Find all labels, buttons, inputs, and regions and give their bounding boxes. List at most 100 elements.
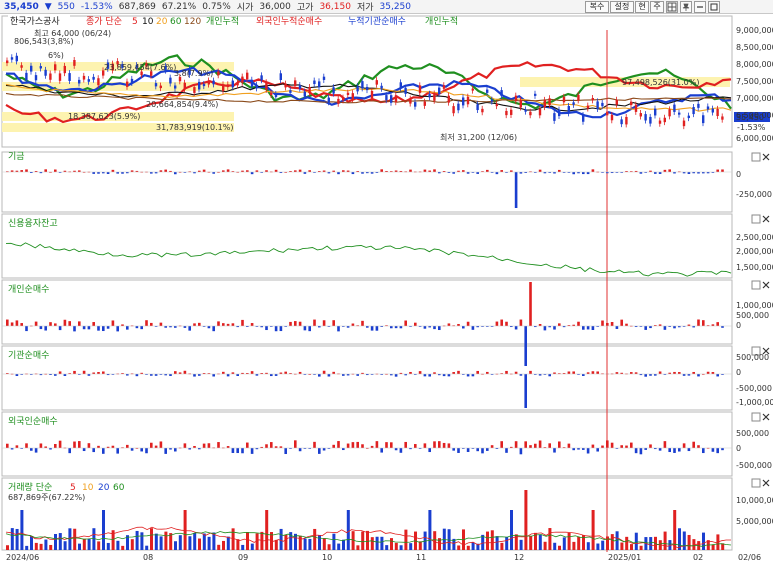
down-arrow-icon: ▼ bbox=[44, 1, 52, 12]
bar bbox=[78, 321, 81, 326]
volume-bar bbox=[567, 532, 571, 550]
open-label: 시가 bbox=[236, 3, 254, 13]
x-tick: 11 bbox=[416, 553, 426, 562]
bar bbox=[102, 326, 105, 332]
stock-button[interactable]: 주 bbox=[650, 1, 664, 13]
bar bbox=[457, 370, 460, 374]
volume-bar bbox=[495, 536, 499, 550]
candle-body bbox=[582, 114, 585, 122]
volume-bar bbox=[274, 539, 278, 550]
volume-bar bbox=[490, 530, 494, 550]
pin-icon[interactable] bbox=[680, 1, 692, 13]
bar bbox=[274, 169, 278, 172]
candle-body bbox=[150, 71, 153, 76]
current-button[interactable]: 현 bbox=[635, 1, 649, 13]
volume-bar bbox=[630, 544, 633, 550]
bar bbox=[433, 169, 436, 172]
volume-bar bbox=[649, 537, 653, 550]
panel-maximize-icon bbox=[751, 412, 761, 422]
bar bbox=[270, 442, 273, 448]
x-tick: 12 bbox=[514, 553, 524, 562]
minimize-icon[interactable] bbox=[694, 1, 706, 13]
bar bbox=[250, 448, 254, 454]
volume-bar bbox=[154, 533, 158, 550]
candle-body bbox=[562, 96, 566, 103]
volume-bar bbox=[322, 538, 326, 550]
bar bbox=[351, 323, 355, 326]
volume-bar bbox=[63, 541, 67, 550]
bar bbox=[457, 448, 460, 453]
grid-icon[interactable] bbox=[666, 1, 678, 13]
bar bbox=[471, 326, 475, 330]
candle-body bbox=[452, 106, 455, 114]
bar bbox=[673, 326, 676, 329]
bar bbox=[102, 371, 105, 374]
bar bbox=[231, 323, 235, 326]
bar bbox=[390, 442, 393, 448]
bar bbox=[500, 319, 503, 326]
multi-button[interactable]: 복수 bbox=[585, 1, 609, 13]
high-value: 36,150 bbox=[319, 1, 351, 12]
volume-bar bbox=[202, 533, 206, 550]
volume-bar bbox=[586, 542, 590, 550]
bar bbox=[241, 319, 244, 326]
bar bbox=[284, 448, 287, 455]
volume-bar bbox=[145, 545, 149, 550]
candle-body bbox=[68, 73, 71, 81]
candle-body bbox=[692, 107, 695, 115]
stock-chart[interactable]: 한국가스공사 종가 단순 5 10 20 60 120 개인누적 외국인누적순매… bbox=[0, 14, 773, 562]
bar bbox=[409, 169, 412, 172]
bar bbox=[351, 172, 355, 175]
legend-institution: 누적기관순매수 bbox=[348, 15, 406, 27]
bar bbox=[634, 448, 638, 454]
bar bbox=[534, 443, 537, 448]
annotation-8: 97,498,526(31.0%) bbox=[622, 78, 699, 87]
volume-bar bbox=[102, 510, 105, 550]
candle-body bbox=[500, 90, 503, 97]
volume-bar bbox=[606, 536, 609, 550]
bar bbox=[697, 445, 700, 448]
bar bbox=[322, 448, 326, 451]
bar bbox=[44, 169, 47, 172]
bar bbox=[394, 326, 398, 329]
bar bbox=[702, 320, 705, 326]
bar bbox=[49, 322, 52, 326]
bar bbox=[390, 326, 393, 329]
volume-bar bbox=[601, 540, 605, 550]
restore-icon[interactable] bbox=[708, 1, 720, 13]
volume-bar bbox=[82, 538, 86, 550]
volume-bar bbox=[87, 538, 91, 550]
bar bbox=[414, 322, 417, 326]
volume-bar bbox=[150, 528, 153, 550]
volume-bar bbox=[250, 543, 254, 550]
current-pct-tag: -1.53% bbox=[737, 123, 766, 132]
volume-bar bbox=[15, 528, 19, 550]
candle-body bbox=[663, 117, 666, 123]
bar bbox=[92, 448, 95, 453]
candle-body bbox=[716, 108, 719, 117]
bar bbox=[212, 374, 215, 377]
volume-bar bbox=[375, 536, 379, 550]
bar bbox=[250, 371, 254, 374]
bar bbox=[159, 322, 163, 326]
bar bbox=[658, 371, 662, 374]
bar bbox=[294, 321, 297, 326]
panel-title-foreign: 외국인순매수 bbox=[8, 415, 58, 427]
bar bbox=[663, 169, 667, 172]
turnover-pct: 67.21% bbox=[161, 1, 197, 12]
settings-button[interactable]: 설정 bbox=[610, 1, 634, 13]
candle-body bbox=[322, 76, 326, 80]
bar bbox=[346, 443, 350, 448]
y-tick: 9,000,000 bbox=[736, 26, 773, 35]
candle-body bbox=[591, 98, 594, 101]
volume-bar bbox=[178, 535, 182, 550]
candle-body bbox=[318, 81, 321, 88]
candle-body bbox=[159, 85, 162, 89]
candle-body bbox=[399, 82, 402, 88]
bar bbox=[716, 322, 719, 326]
volume-bar bbox=[399, 545, 403, 550]
y-tick: -1,000,000 bbox=[736, 398, 773, 407]
volume-bar bbox=[433, 531, 437, 550]
candle-body bbox=[673, 104, 676, 112]
candle-body bbox=[250, 79, 254, 87]
